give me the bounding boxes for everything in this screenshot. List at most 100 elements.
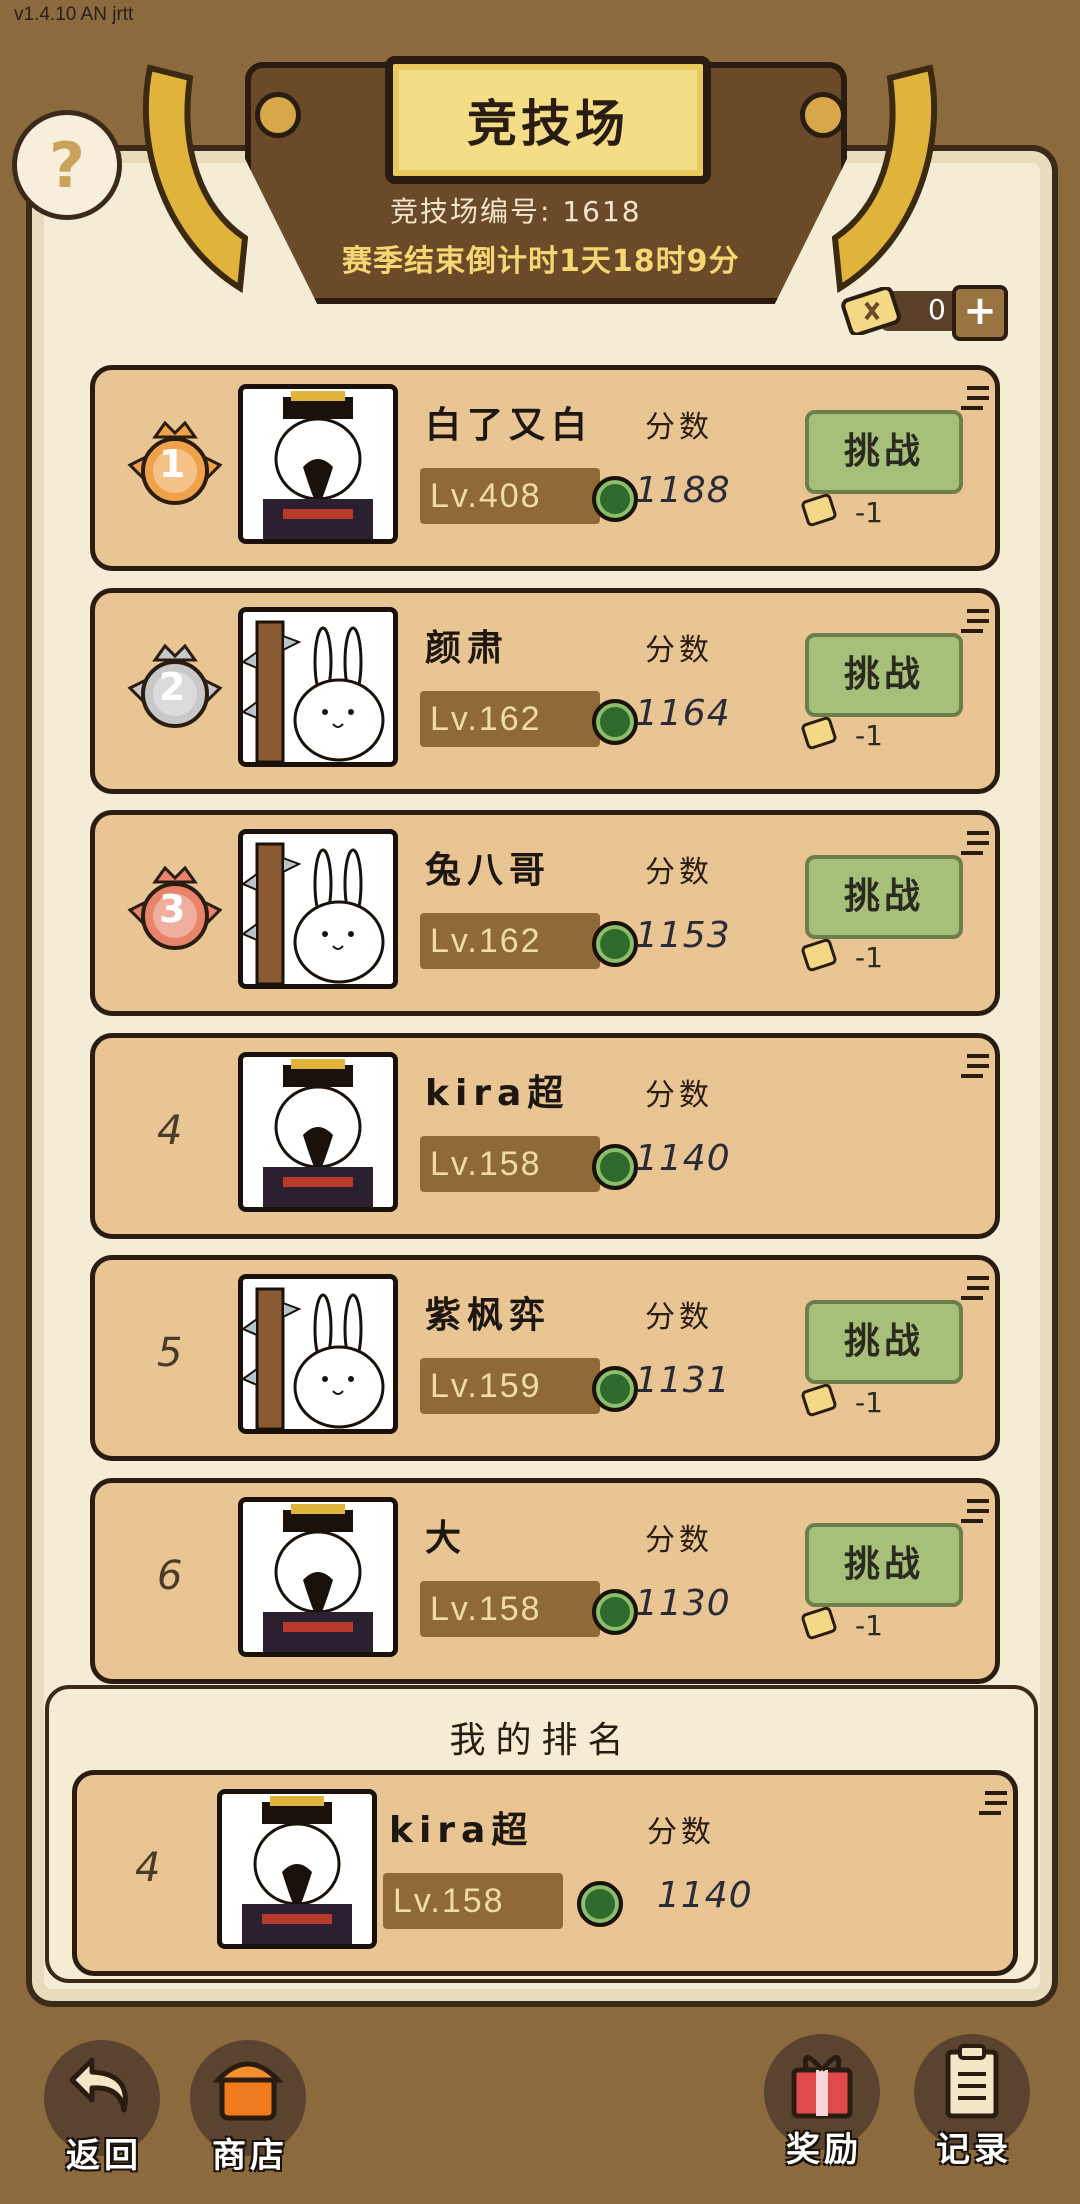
version-label: v1.4.10 AN jrtt bbox=[14, 4, 134, 25]
ticket-icon bbox=[801, 494, 837, 527]
shop-icon bbox=[212, 2061, 284, 2121]
player-name: 颜肃 bbox=[425, 628, 510, 669]
player-level: Lv.159 bbox=[420, 1358, 600, 1414]
ticket-count: 0 bbox=[928, 293, 946, 326]
player-score: 1131 bbox=[635, 1360, 731, 1401]
score-label: 分数 bbox=[645, 1300, 713, 1335]
arena-id: 竞技场编号: 1618 bbox=[390, 195, 642, 228]
question-icon: ? bbox=[49, 128, 85, 202]
score-coin-icon bbox=[592, 1144, 638, 1190]
my-rank-number: 4 bbox=[135, 1845, 161, 1891]
bolt-left-icon bbox=[255, 92, 301, 138]
challenge-button[interactable]: 挑战 bbox=[805, 633, 963, 717]
my-level: Lv.158 bbox=[383, 1873, 563, 1929]
my-name: kira超 bbox=[389, 1810, 534, 1851]
gift-icon bbox=[791, 2055, 853, 2119]
ranking-row: 4 kira超 分数 Lv.158 1140 bbox=[90, 1033, 1000, 1239]
back-button[interactable]: 返回 bbox=[44, 2040, 164, 2176]
player-level: Lv.158 bbox=[420, 1136, 600, 1192]
player-level: Lv.162 bbox=[420, 691, 600, 747]
challenge-cost-value: -1 bbox=[855, 1609, 883, 1642]
horn-right-decoration bbox=[830, 58, 950, 298]
shop-label: 商店 bbox=[212, 2136, 288, 2176]
player-name: kira超 bbox=[425, 1073, 570, 1114]
records-button[interactable]: 记录 bbox=[914, 2034, 1034, 2170]
ticket-icon bbox=[801, 1607, 837, 1640]
player-score: 1153 bbox=[635, 915, 731, 956]
my-avatar bbox=[217, 1789, 377, 1949]
player-score: 1164 bbox=[635, 693, 731, 734]
player-name: 白了又白 bbox=[425, 405, 594, 446]
my-rank-row: 4 kira超 分数 Lv.158 1140 bbox=[72, 1770, 1018, 1976]
score-label: 分数 bbox=[645, 855, 713, 890]
challenge-cost-value: -1 bbox=[855, 719, 883, 752]
player-avatar[interactable] bbox=[238, 1274, 398, 1434]
challenge-cost: -1 bbox=[801, 494, 883, 529]
player-avatar[interactable] bbox=[238, 1497, 398, 1657]
score-label: 分数 bbox=[645, 1523, 713, 1558]
challenge-cost-value: -1 bbox=[855, 1386, 883, 1419]
challenge-cost-value: -1 bbox=[855, 941, 883, 974]
player-score: 1140 bbox=[635, 1138, 731, 1179]
player-name: 兔八哥 bbox=[425, 850, 552, 891]
clipboard-icon bbox=[945, 2044, 999, 2119]
score-coin-icon bbox=[592, 699, 638, 745]
rewards-button[interactable]: 奖励 bbox=[764, 2034, 884, 2170]
score-coin-icon bbox=[592, 1366, 638, 1412]
challenge-cost: -1 bbox=[801, 717, 883, 752]
back-arrow-icon bbox=[69, 2057, 128, 2113]
player-score: 1130 bbox=[635, 1583, 731, 1624]
season-countdown: 赛季结束倒计时1天18时9分 bbox=[342, 244, 740, 279]
add-ticket-button[interactable]: + bbox=[952, 285, 1008, 341]
shop-button[interactable]: 商店 bbox=[190, 2040, 310, 2176]
score-label: 分数 bbox=[645, 633, 713, 668]
rank-number: 3 bbox=[159, 887, 186, 931]
challenge-cost-value: -1 bbox=[855, 496, 883, 529]
player-score: 1188 bbox=[635, 470, 731, 511]
score-coin-icon bbox=[592, 1589, 638, 1635]
player-level: Lv.162 bbox=[420, 913, 600, 969]
player-avatar[interactable] bbox=[238, 829, 398, 989]
bolt-right-icon bbox=[800, 92, 846, 138]
challenge-button[interactable]: 挑战 bbox=[805, 1300, 963, 1384]
challenge-button[interactable]: 挑战 bbox=[805, 1523, 963, 1607]
my-rank-title: 我的排名 bbox=[449, 1720, 634, 1761]
ticket-counter: 0 + bbox=[840, 285, 1008, 341]
score-label: 分数 bbox=[645, 1078, 713, 1113]
player-name: 大 bbox=[425, 1518, 468, 1559]
ranking-row: 6 大 分数 Lv.158 1130 挑战 -1 bbox=[90, 1478, 1000, 1684]
ticket-icon bbox=[801, 939, 837, 972]
player-avatar[interactable] bbox=[238, 384, 398, 544]
score-coin-icon bbox=[592, 476, 638, 522]
challenge-button[interactable]: 挑战 bbox=[805, 410, 963, 494]
ranking-row: 1 白了又白 分数 Lv.408 1188 挑战 -1 bbox=[90, 365, 1000, 571]
player-avatar[interactable] bbox=[238, 1052, 398, 1212]
rank-number: 2 bbox=[159, 665, 186, 709]
ranking-row: 2 颜肃 分数 Lv.162 1164 挑战 -1 bbox=[90, 588, 1000, 794]
rank-number: 5 bbox=[157, 1330, 183, 1376]
challenge-button[interactable]: 挑战 bbox=[805, 855, 963, 939]
player-name: 紫枫弈 bbox=[425, 1295, 552, 1336]
player-avatar[interactable] bbox=[238, 607, 398, 767]
player-level: Lv.408 bbox=[420, 468, 600, 524]
ranking-row: 3 兔八哥 分数 Lv.162 1153 挑战 -1 bbox=[90, 810, 1000, 1016]
rank-number: 4 bbox=[157, 1108, 183, 1154]
help-button[interactable]: ? bbox=[12, 110, 122, 220]
back-label: 返回 bbox=[66, 2136, 142, 2176]
horn-left-decoration bbox=[130, 58, 250, 298]
challenge-cost: -1 bbox=[801, 1607, 883, 1642]
records-label: 记录 bbox=[936, 2130, 1012, 2170]
ranking-row: 5 紫枫弈 分数 Lv.159 1131 挑战 -1 bbox=[90, 1255, 1000, 1461]
score-coin-icon bbox=[577, 1881, 623, 1927]
rank-number: 1 bbox=[159, 442, 186, 486]
challenge-cost: -1 bbox=[801, 1384, 883, 1419]
player-level: Lv.158 bbox=[420, 1581, 600, 1637]
rewards-label: 奖励 bbox=[786, 2130, 862, 2170]
score-label: 分数 bbox=[645, 410, 713, 445]
my-score: 1140 bbox=[657, 1875, 753, 1916]
score-coin-icon bbox=[592, 921, 638, 967]
my-score-label: 分数 bbox=[647, 1815, 715, 1850]
challenge-cost: -1 bbox=[801, 939, 883, 974]
ticket-icon bbox=[841, 287, 901, 335]
page-title: 竞技场 bbox=[467, 95, 629, 153]
